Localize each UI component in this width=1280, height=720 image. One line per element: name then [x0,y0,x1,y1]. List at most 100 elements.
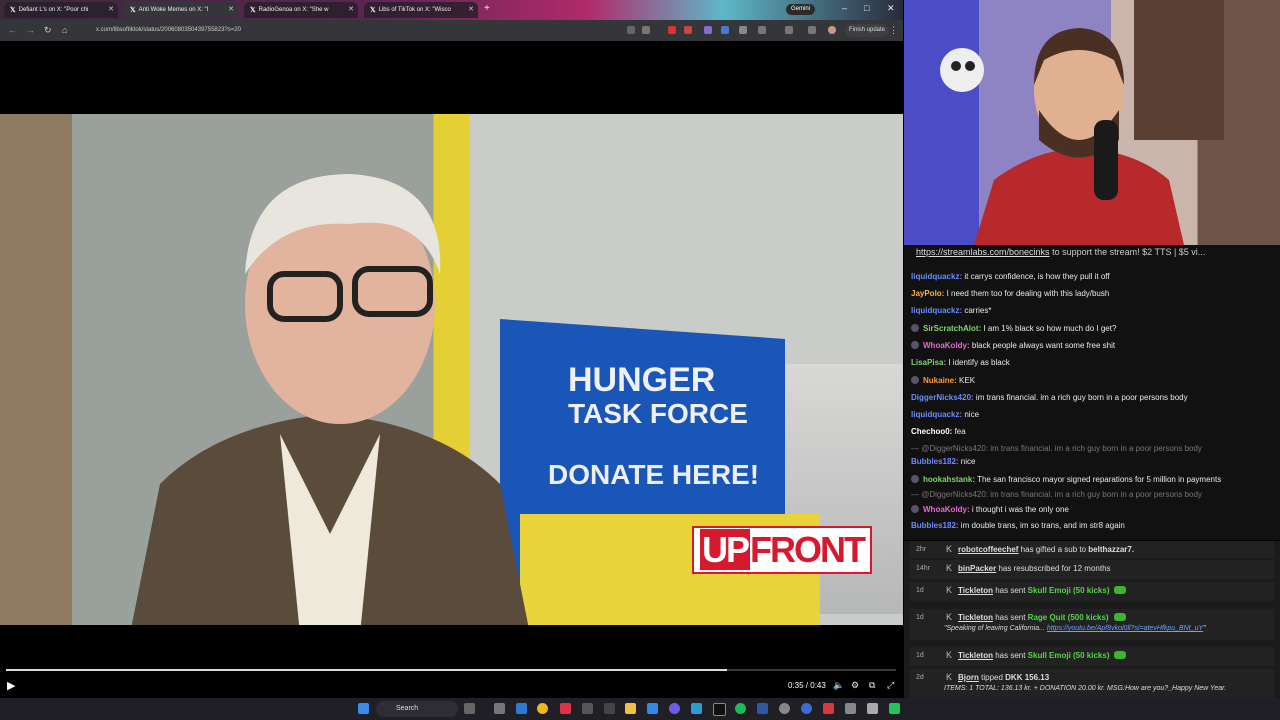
chat-username[interactable]: liquidquackz: [911,272,962,281]
chat-message: WhoaKoldy: black people always want some… [911,341,1115,350]
chat-username[interactable]: LisaPisa: [911,358,946,367]
kick-icon: K [946,544,953,554]
browser-window: 𝕏 Defiant L's on X: "Poor chi ✕ 𝕏 Anti Woke… [0,0,903,698]
tab-2[interactable]: 𝕏 Anti Woke Memes on X: "I ✕ [124,2,238,18]
sidebar-icon[interactable] [785,26,793,34]
kicks-gift-icon [1114,586,1127,594]
chat-username[interactable]: Bubbles182: [911,457,959,466]
menu-kebab-icon[interactable]: ⋮ [889,25,898,36]
profile-avatar[interactable] [828,26,836,34]
forward-icon[interactable]: → [26,25,35,35]
bookmark-star-icon[interactable] [642,26,650,34]
tab-1[interactable]: 𝕏 Defiant L's on X: "Poor chi ✕ [4,2,118,18]
pip-icon[interactable]: ⧉ [869,680,875,691]
extensions-puzzle-icon[interactable] [758,26,766,34]
extension-icon[interactable] [739,26,747,34]
reload-icon[interactable]: ↻ [44,25,52,36]
chat-username[interactable]: JayPolo: [911,289,944,298]
chat-message: WhoaKoldy: i thought i was the only one [911,505,1069,514]
event-target: belthazzar7. [1088,545,1135,554]
chat-text: carries* [962,306,992,315]
event-username[interactable]: robotcoffeechef [958,545,1018,554]
taskbar-app-icon[interactable] [560,703,571,714]
close-icon[interactable]: ✕ [348,5,354,13]
taskbar-app-icon[interactable] [669,703,680,714]
close-icon[interactable]: ✕ [228,5,234,13]
sign-text-hunger: HUNGER [568,361,716,399]
url-field[interactable]: x.com/libsoftiktok/status/20060803504397… [80,23,636,38]
word-icon[interactable] [757,703,768,714]
extension-icon[interactable] [668,26,676,34]
event-username[interactable]: Tickleton [958,586,993,595]
tab-4[interactable]: 𝕏 Libs of TikTok on X: "Wisco ✕ [364,2,478,18]
event-username[interactable]: binPacker [958,564,996,573]
chat-username[interactable]: WhoaKoldy: [923,341,970,350]
spotify-icon[interactable] [735,703,746,714]
chat-username[interactable]: DiggerNicks420: [911,393,974,402]
taskbar-app-icon[interactable] [647,703,658,714]
volume-icon[interactable]: 🔈 [833,680,844,691]
finish-update-button[interactable]: Finish update [845,24,890,37]
taskbar-app-icon[interactable] [867,703,878,714]
chat-username[interactable]: SirScratchAlot: [923,324,981,333]
taskbar-app-icon[interactable] [845,703,856,714]
video-player[interactable]: HUNGER TASK FORCE DONATE HERE! UPFRONT [0,114,903,625]
tab-3[interactable]: 𝕏 RadioGenoa on X: "She w ✕ [244,2,358,18]
taskbar-app-icon[interactable] [691,703,702,714]
x-logo-icon: 𝕏 [130,7,136,14]
sign-text-donate: DONATE HERE! [548,459,760,490]
file-explorer-icon[interactable] [625,703,636,714]
windows-start-icon[interactable] [358,703,369,714]
event-text: robotcoffeechef has gifted a sub to belt… [958,545,1134,554]
extension-icon[interactable] [721,26,729,34]
chat-username[interactable]: WhoaKoldy: [923,505,970,514]
play-icon[interactable]: ▶ [7,679,15,692]
settings-gear-icon[interactable]: ⚙ [851,680,859,691]
taskbar-app-icon[interactable] [604,703,615,714]
close-window-icon[interactable]: ✕ [887,3,895,14]
chat-message: Nukaine: KEK [911,376,975,385]
chat-text: The san francisco mayor signed reparatio… [975,475,1222,484]
taskbar-app-icon[interactable] [889,703,900,714]
banner-link[interactable]: https://streamlabs.com/bonecinks [916,247,1050,257]
chat-username[interactable]: liquidquackz: [911,306,962,315]
chat-username[interactable]: liquidquackz: [911,410,962,419]
tab-label: Anti Woke Memes on X: "I [138,7,209,13]
extension-icon[interactable] [704,26,712,34]
event-row: 2d K Bjorn tipped DKK 156.13 ITEMS: 1 TOTAL… [910,669,1274,697]
chat-username[interactable]: Bubbles182: [911,521,959,530]
event-username[interactable]: Bjorn [958,673,979,682]
video-progress-bar[interactable] [6,669,896,671]
event-username[interactable]: Tickleton [958,651,993,660]
event-username[interactable]: Tickleton [958,613,993,622]
close-icon[interactable]: ✕ [468,5,474,13]
event-message-link[interactable]: https://youtu.be/Apf8vkol0ll?si=atevHfkp… [1047,625,1203,632]
new-tab-button[interactable]: + [484,3,490,14]
chat-text: KEK [956,376,976,385]
downloads-icon[interactable] [808,26,816,34]
edge-icon[interactable] [516,703,527,714]
obs-icon[interactable] [713,703,726,716]
webcam-feed [904,0,1280,245]
close-icon[interactable]: ✕ [108,5,114,13]
taskbar-app-icon[interactable] [801,703,812,714]
taskbar-app-icon[interactable] [464,703,475,714]
taskbar-search[interactable]: Search [376,701,458,717]
chrome-icon[interactable] [537,703,548,714]
taskbar-app-icon[interactable] [823,703,834,714]
chat-username[interactable]: hookahstank: [923,475,975,484]
extension-icon[interactable] [684,26,692,34]
taskbar-app-icon[interactable] [582,703,593,714]
kick-icon: K [946,672,953,682]
task-view-icon[interactable] [494,703,505,714]
fullscreen-icon[interactable]: ⤢ [887,680,894,691]
back-icon[interactable]: ← [8,25,17,35]
gemini-button[interactable]: Gemini [786,4,816,15]
chat-username[interactable]: Nukaine: [923,376,957,385]
taskbar-app-icon[interactable] [779,703,790,714]
chat-username[interactable]: Chechoo0: [911,427,952,436]
install-icon[interactable] [627,26,635,34]
maximize-icon[interactable]: □ [864,3,869,13]
minimize-icon[interactable]: – [842,3,847,13]
home-icon[interactable]: ⌂ [62,25,67,35]
